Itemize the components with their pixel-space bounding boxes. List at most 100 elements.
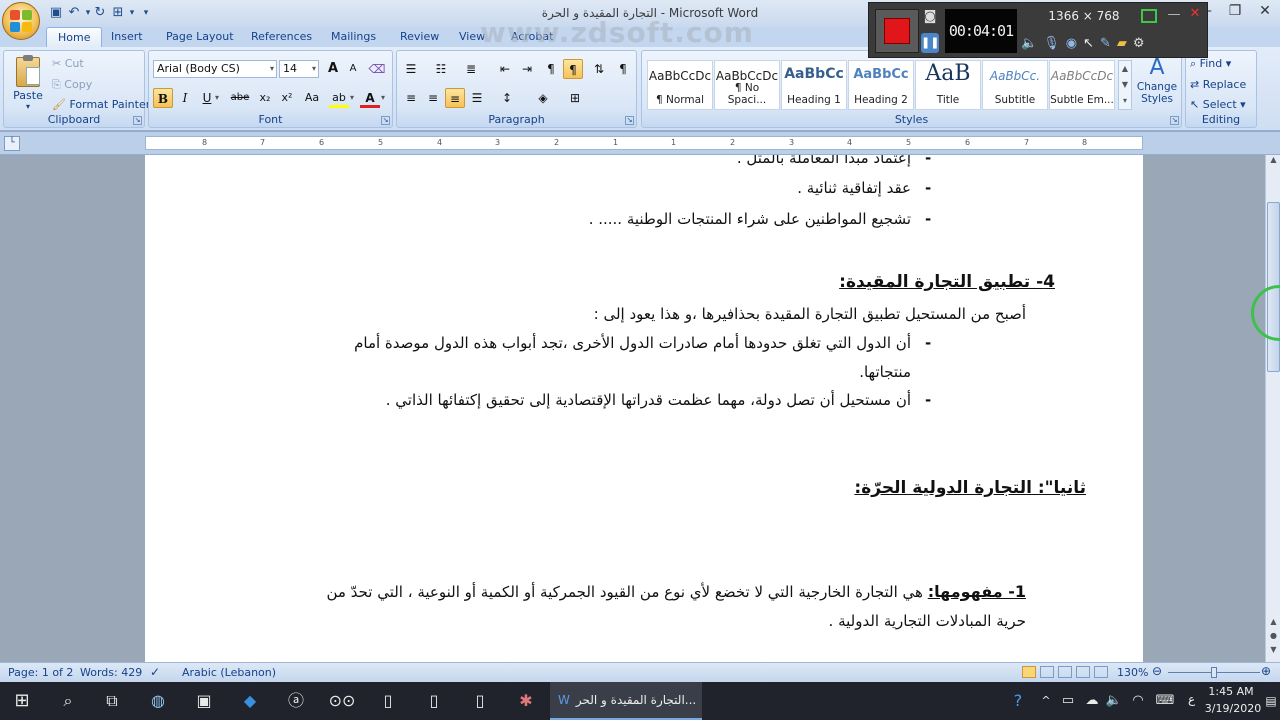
zoom-out-icon[interactable]: ⊖ <box>1152 664 1162 678</box>
align-right-icon[interactable]: ≡ <box>445 88 465 108</box>
microphone-icon[interactable]: 🎙 <box>1043 33 1060 55</box>
style-heading-2[interactable]: AaBbCc Heading 2 <box>848 60 914 110</box>
tab-references[interactable]: References <box>240 27 323 47</box>
ltr-direction-icon[interactable]: ¶ <box>541 59 561 79</box>
show-marks-icon[interactable]: ¶ <box>613 59 633 79</box>
tab-mailings[interactable]: Mailings <box>320 27 387 47</box>
underline-dropdown-icon[interactable]: ▾ <box>215 93 219 102</box>
outline-icon[interactable] <box>1076 666 1090 678</box>
customize-qat-icon[interactable]: ▾ <box>138 5 154 21</box>
superscript-button[interactable]: x² <box>277 88 297 108</box>
copy-button[interactable]: ⎘ Copy <box>52 78 92 92</box>
shrink-font-button[interactable]: A <box>343 59 363 79</box>
find-button[interactable]: ⌕ Find ▾ <box>1190 57 1231 71</box>
region-icon[interactable] <box>1141 9 1157 23</box>
sort-icon[interactable]: ⇅ <box>589 59 609 79</box>
subscript-button[interactable]: x₂ <box>255 88 275 108</box>
change-case-button[interactable]: Aa <box>299 88 325 108</box>
folder-icon[interactable]: ▰ <box>1117 33 1127 55</box>
document-page[interactable]: إعتماد مبدأ المعاملة بالمثل . - عقد إتفا… <box>145 155 1143 662</box>
file-icon[interactable]: ▯ <box>366 682 410 720</box>
start-windows-icon[interactable]: ⊞ <box>0 682 44 720</box>
task-view-icon[interactable]: ⧉ <box>90 682 134 720</box>
dropbox-icon[interactable]: ◆ <box>228 682 272 720</box>
network-app-icon[interactable]: ◍ <box>136 682 180 720</box>
zoom-in-icon[interactable]: ⊕ <box>1261 664 1271 678</box>
font-color-button[interactable]: A <box>360 88 380 108</box>
onedrive-icon[interactable]: ☁ <box>1080 682 1104 720</box>
style-no-spacing[interactable]: AaBbCcDc ¶ No Spaci... <box>714 60 780 110</box>
word-count[interactable]: Words: 429 <box>80 666 142 679</box>
replace-button[interactable]: ⇄ Replace <box>1190 78 1246 91</box>
minimize-recorder-icon[interactable]: — <box>1166 7 1182 23</box>
browse-object-icon[interactable]: ● <box>1267 631 1280 643</box>
close-button[interactable]: ✕ <box>1250 0 1280 22</box>
battery-icon[interactable]: ▭ <box>1056 682 1080 720</box>
style-title[interactable]: AaB Title <box>915 60 981 110</box>
volume-icon[interactable]: 🔈 <box>1102 682 1126 720</box>
style-normal[interactable]: AaBbCcDc ¶ Normal <box>647 60 713 110</box>
styles-scroll[interactable]: ▲ ▼ ▾ <box>1118 60 1132 110</box>
highlight-dropdown-icon[interactable]: ▾ <box>350 93 354 102</box>
bullets-icon[interactable]: ☰ <box>401 59 421 79</box>
vertical-scrollbar[interactable]: ▲ ▲ ● ▼ <box>1251 155 1280 662</box>
tray-overflow-icon[interactable]: ^ <box>1034 682 1058 720</box>
office-button[interactable] <box>2 2 40 40</box>
speaker-icon[interactable]: 🔈 <box>1021 33 1037 55</box>
styles-launcher-icon[interactable]: ↘ <box>1170 116 1179 125</box>
pen-icon[interactable]: ✎ <box>1100 33 1111 55</box>
multilevel-list-icon[interactable]: ≣ <box>461 59 481 79</box>
keyboard-icon[interactable]: ⌨ <box>1150 682 1180 720</box>
prev-page-icon[interactable]: ▲ <box>1267 617 1280 629</box>
record-stop-button[interactable] <box>875 9 919 53</box>
page-count[interactable]: Page: 1 of 2 <box>8 666 73 679</box>
help-icon[interactable]: ? <box>1004 682 1032 720</box>
increase-indent-icon[interactable]: ⇥ <box>517 59 537 79</box>
notifications-icon[interactable]: ▤ <box>1262 682 1280 720</box>
close-recorder-icon[interactable]: ✕ <box>1187 6 1203 22</box>
justify-icon[interactable]: ☰ <box>467 88 487 108</box>
draft-icon[interactable] <box>1094 666 1108 678</box>
scroll-up-icon[interactable]: ▲ <box>1267 155 1280 170</box>
cursor-icon[interactable]: ↖ <box>1083 33 1094 55</box>
language-status[interactable]: Arabic (Lebanon) <box>182 666 276 679</box>
style-heading-1[interactable]: AaBbCc Heading 1 <box>781 60 847 110</box>
proofing-icon[interactable]: ✓ <box>150 665 160 679</box>
amazon-icon[interactable]: ⓐ <box>274 682 318 720</box>
tab-review[interactable]: Review <box>389 27 450 47</box>
highlight-button[interactable]: ab <box>329 88 349 108</box>
font-size-combo[interactable]: 14 ▾ <box>279 60 319 78</box>
italic-button[interactable]: I <box>175 88 195 108</box>
clipboard-launcher-icon[interactable]: ↘ <box>133 116 142 125</box>
clock-time[interactable]: 1:45 AM <box>1206 685 1256 698</box>
save-icon[interactable]: ▣ <box>48 5 64 21</box>
file-icon[interactable]: ▯ <box>412 682 456 720</box>
tab-selector-icon[interactable]: └ <box>4 136 20 151</box>
zoom-slider-thumb[interactable] <box>1211 667 1217 678</box>
decrease-indent-icon[interactable]: ⇤ <box>495 59 515 79</box>
search-icon[interactable]: ⌕ <box>46 682 90 720</box>
recorder-app-icon[interactable]: ✱ <box>504 682 548 720</box>
font-launcher-icon[interactable]: ↘ <box>381 116 390 125</box>
clock-date[interactable]: 3/19/2020 <box>1204 702 1262 715</box>
font-color-dropdown-icon[interactable]: ▾ <box>381 93 385 102</box>
strikethrough-button[interactable]: abe <box>227 88 253 108</box>
bold-button[interactable]: B <box>153 88 173 108</box>
tab-insert[interactable]: Insert <box>100 27 154 47</box>
paragraph-launcher-icon[interactable]: ↘ <box>625 116 634 125</box>
change-styles-button[interactable]: A Change Styles <box>1135 55 1179 115</box>
paste-button[interactable]: Paste ▾ <box>8 55 48 113</box>
wifi-icon[interactable]: ◠ <box>1126 682 1150 720</box>
align-left-icon[interactable]: ≡ <box>401 88 421 108</box>
input-language[interactable]: ع <box>1188 692 1195 706</box>
select-button[interactable]: ↖ Select ▾ <box>1190 98 1246 111</box>
horizontal-ruler[interactable]: └ 8 7 6 5 4 3 2 1 1 2 3 4 5 6 7 8 <box>0 132 1280 155</box>
zoom-level[interactable]: 130% <box>1117 666 1148 679</box>
style-subtitle[interactable]: AaBbCc. Subtitle <box>982 60 1048 110</box>
webcam-icon[interactable]: ◉ <box>1066 33 1077 55</box>
clear-formatting-icon[interactable]: ⌫ <box>367 59 387 79</box>
cut-button[interactable]: ✂ Cut <box>52 57 84 70</box>
underline-button[interactable]: U <box>197 88 217 108</box>
print-layout-icon[interactable] <box>1022 666 1036 678</box>
store-icon[interactable]: ▣ <box>182 682 226 720</box>
